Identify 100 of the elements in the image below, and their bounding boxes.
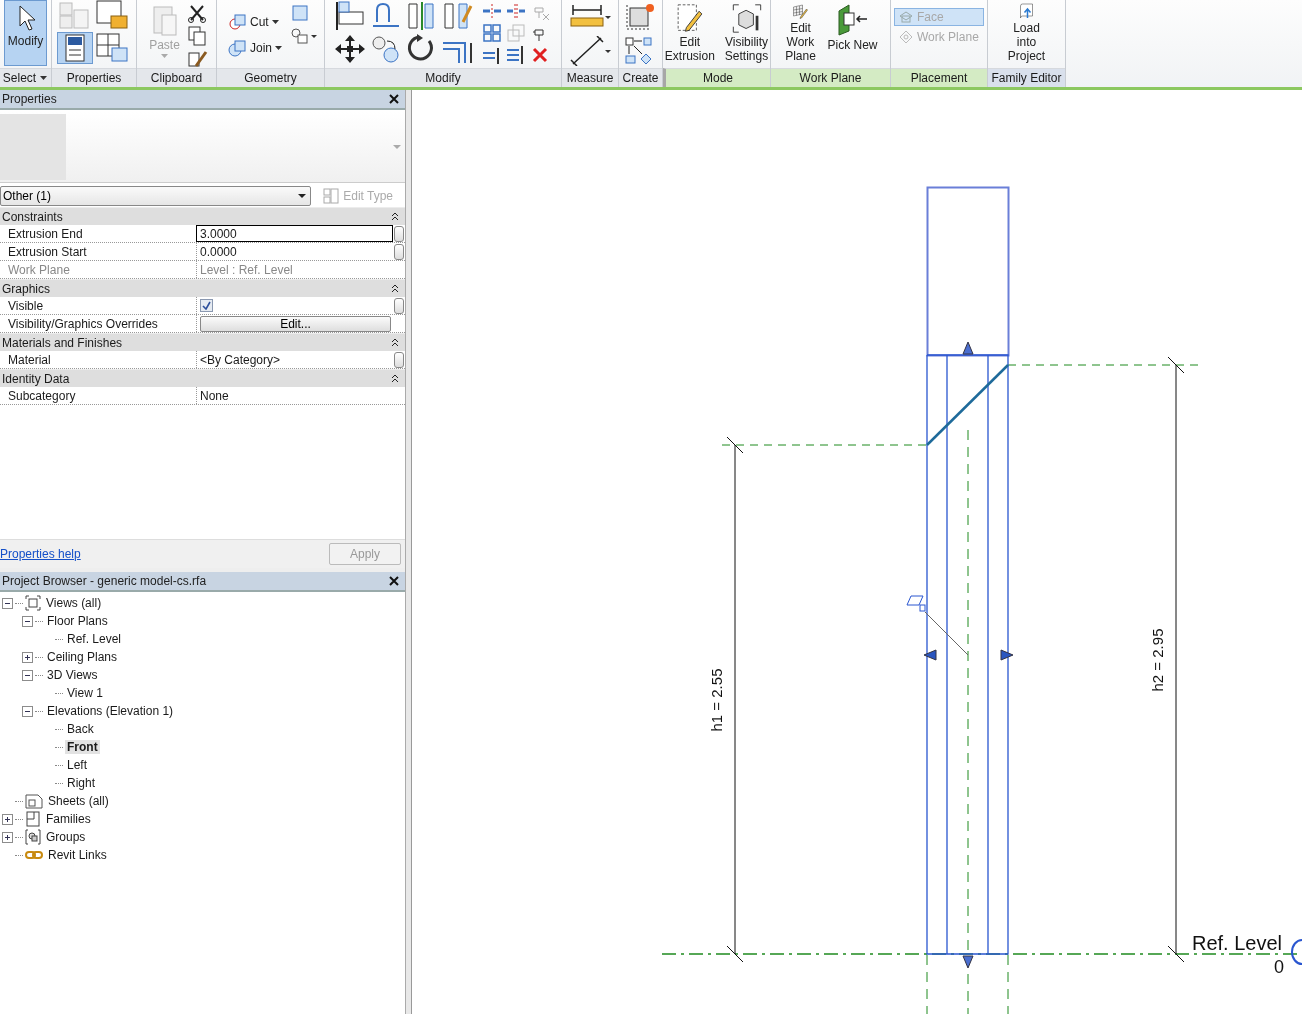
ribbon-button[interactable]: Edit Work Plane [779, 0, 822, 66]
shape-handle-icon[interactable] [1000, 649, 1014, 661]
ribbon-button[interactable]: Pick New [823, 0, 882, 66]
tree-item[interactable]: View 1 [65, 686, 105, 700]
dimension-line[interactable] [726, 436, 744, 963]
ribbon-button[interactable]: Visibility Settings [720, 0, 773, 66]
panel-title: Family Editor [991, 71, 1062, 85]
window-folder-icon[interactable] [95, 0, 129, 30]
ribbon-button[interactable]: Edit Extrusion [660, 0, 719, 66]
plane-diamond-icon [898, 30, 914, 44]
panel-title: Work Plane [799, 71, 862, 85]
associate-parameter-button[interactable] [394, 226, 404, 242]
move-icon[interactable] [333, 33, 367, 65]
match-properties-icon[interactable] [185, 48, 208, 70]
collapse-icon[interactable] [22, 705, 33, 717]
level-name: Ref. Level [1192, 932, 1283, 954]
close-icon[interactable] [389, 94, 399, 104]
tree-item[interactable]: Front [65, 740, 100, 754]
copy-icon[interactable] [185, 25, 208, 47]
property-label: Subcategory [7, 387, 77, 404]
panel-title: Modify [425, 71, 461, 85]
reference-plane-line [1007, 954, 1009, 1014]
sheet-icon [25, 793, 43, 809]
collapse-icon[interactable] [22, 669, 33, 681]
ribbon-button[interactable]: Load into Project [1003, 0, 1050, 66]
dimension-line[interactable] [1167, 356, 1185, 963]
ribbon-button[interactable]: Join [223, 36, 287, 60]
level-elevation: 0 [1274, 957, 1284, 977]
property-label: Extrusion End [7, 225, 84, 242]
tree-item[interactable]: 3D Views [45, 668, 100, 682]
diagonal-dimension-icon[interactable] [568, 36, 605, 66]
panel-title: Geometry [244, 71, 297, 85]
ribbon-button[interactable]: Cut [223, 10, 287, 34]
shape-handle-icon[interactable] [923, 649, 937, 661]
panel-title: Properties [66, 71, 122, 85]
collapse-section-icon[interactable] [391, 374, 399, 383]
panel-title: Create [622, 71, 659, 85]
caret-icon [298, 193, 307, 199]
close-icon[interactable] [389, 576, 399, 586]
property-value: Level : Ref. Level [196, 261, 393, 278]
tree-item[interactable]: Ref. Level [65, 632, 124, 646]
associate-parameter-button[interactable] [394, 352, 404, 368]
panel-title: Clipboard [150, 71, 203, 85]
checkbox[interactable] [200, 299, 213, 312]
expand-icon[interactable] [22, 651, 33, 663]
collapse-section-icon[interactable] [391, 284, 399, 293]
tree-item[interactable]: Right [65, 776, 97, 790]
tree-item[interactable]: Back [65, 722, 96, 736]
property-value[interactable]: 3.0000 [196, 225, 393, 242]
panel-title: Measure [566, 71, 614, 85]
tree-item[interactable]: Families [44, 812, 93, 826]
shape-handle-icon[interactable] [962, 955, 974, 969]
tree-item[interactable]: Groups [44, 830, 88, 844]
align-icon[interactable] [333, 0, 367, 32]
property-label: Visibility/Graphics Overrides [7, 315, 159, 332]
section-header: Constraints [2, 209, 63, 224]
pick-plane-icon [835, 3, 870, 37]
associate-parameter-button[interactable] [394, 298, 404, 314]
tree-item[interactable]: Revit Links [46, 848, 109, 862]
tree-item[interactable]: Left [65, 758, 89, 772]
type-selector[interactable]: Other (1) [0, 186, 312, 206]
collapse-icon[interactable] [22, 615, 33, 627]
panel-title: Select [2, 71, 37, 85]
families-icon [25, 811, 41, 827]
grid-panel-icon[interactable] [95, 32, 129, 62]
collapse-section-icon[interactable] [391, 338, 399, 347]
panel-title: Properties [2, 92, 57, 106]
collapse-section-icon[interactable] [391, 212, 399, 221]
tree-item[interactable]: Floor Plans [45, 614, 110, 628]
panel-title: Placement [910, 71, 968, 85]
level-head-icon[interactable] [1291, 939, 1302, 965]
tree-item[interactable]: Ceiling Plans [45, 650, 120, 664]
array-icon[interactable] [481, 22, 503, 44]
expand-icon[interactable] [2, 813, 13, 825]
work-plane-icon[interactable] [906, 595, 926, 612]
join-geometry-icon [227, 38, 247, 58]
shape-handle-icon[interactable] [962, 341, 974, 355]
family-preview [0, 114, 66, 180]
section-header: Identity Data [2, 371, 70, 386]
tree-item[interactable]: Views (all) [44, 596, 104, 610]
panel-title: Project Browser - generic model-cs.rfa [2, 574, 207, 588]
property-value[interactable]: None [196, 387, 393, 404]
property-label: Extrusion Start [7, 243, 88, 260]
property-label: Material [7, 351, 52, 368]
property-value[interactable]: 0.0000 [196, 243, 393, 260]
ribbon-button[interactable]: Modify [3, 0, 48, 66]
associate-parameter-button[interactable] [394, 244, 404, 260]
property-value[interactable]: <By Category> [196, 351, 393, 368]
edit-button[interactable]: Edit... [200, 315, 391, 332]
tree-item[interactable]: Sheets (all) [46, 794, 111, 808]
help-link[interactable]: Properties help [0, 547, 81, 561]
dimension-label: h2 = 2.95 [1149, 628, 1166, 692]
dimension-label: h1 = 2.55 [708, 668, 725, 732]
expand-icon[interactable] [2, 831, 13, 843]
face-icon [898, 10, 914, 24]
collapse-icon[interactable] [2, 597, 13, 609]
tree-item[interactable]: Elevations (Elevation 1) [45, 704, 176, 718]
section-header: Graphics [2, 281, 51, 296]
property-label: Visible [7, 297, 45, 314]
groups-icon [25, 829, 41, 845]
